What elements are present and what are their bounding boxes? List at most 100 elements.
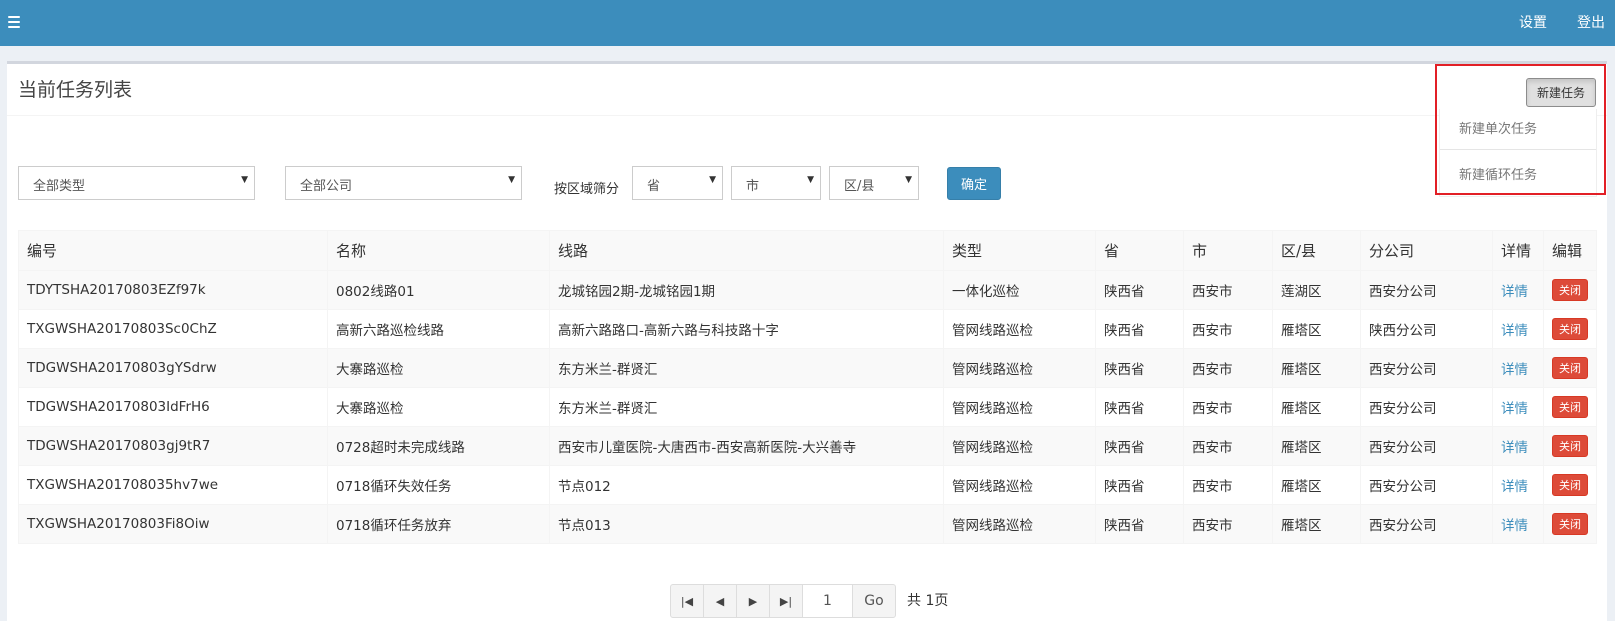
city-select-value: 市: [746, 179, 760, 194]
task-table: 编号 名称 线路 类型 省 市 区/县 分公司 详情 编辑 TDYTSHA201…: [18, 230, 1597, 544]
cell-district: 雁塔区: [1272, 387, 1361, 427]
column-header-name: 名称: [327, 230, 550, 271]
caret-down-icon: ▼: [241, 175, 248, 185]
close-task-button[interactable]: 关闭: [1552, 357, 1588, 379]
cell-edit: 关闭: [1543, 465, 1597, 505]
cell-id: TDGWSHA20170803IdFrH6: [18, 387, 328, 427]
cell-detail: 详情: [1492, 348, 1544, 388]
cell-type: 管网线路巡检: [943, 465, 1096, 505]
table-row: TXGWSHA201708035hv7we 0718循环失效任务 节点012 管网线路…: [18, 465, 1597, 505]
region-filter-label: 按区域筛分: [554, 182, 620, 197]
district-select-value: 区/县: [844, 179, 875, 194]
cell-route: 节点013: [549, 504, 944, 544]
detail-link[interactable]: 详情: [1501, 401, 1528, 417]
table-row: TDYTSHA20170803EZf97k 0802线路01 龙城铭园2期-龙城铭园…: [18, 270, 1597, 310]
detail-link[interactable]: 详情: [1501, 479, 1528, 495]
cell-branch: 陕西分公司: [1360, 309, 1493, 349]
prev-page-icon[interactable]: ◀: [703, 584, 737, 618]
settings-link[interactable]: 设置: [1519, 12, 1547, 32]
cell-type: 管网线路巡检: [943, 504, 1096, 544]
cell-edit: 关闭: [1543, 309, 1597, 349]
detail-link[interactable]: 详情: [1501, 284, 1528, 300]
cell-branch: 西安分公司: [1360, 426, 1493, 466]
cell-detail: 详情: [1492, 465, 1544, 505]
cell-edit: 关闭: [1543, 387, 1597, 427]
cell-district: 雁塔区: [1272, 309, 1361, 349]
cell-district: 雁塔区: [1272, 504, 1361, 544]
next-page-icon[interactable]: ▶: [736, 584, 770, 618]
city-select[interactable]: 市 ▼: [731, 166, 821, 200]
cell-type: 一体化巡检: [943, 270, 1096, 310]
go-button[interactable]: Go: [852, 584, 896, 618]
cell-branch: 西安分公司: [1360, 270, 1493, 310]
cell-city: 西安市: [1183, 270, 1273, 310]
panel-header: 当前任务列表 新建任务: [7, 64, 1607, 116]
close-task-button[interactable]: 关闭: [1552, 318, 1588, 340]
cell-district: 雁塔区: [1272, 426, 1361, 466]
detail-link[interactable]: 详情: [1501, 440, 1528, 456]
cell-route: 东方米兰-群贤汇: [549, 348, 944, 388]
hamburger-menu-icon[interactable]: [8, 13, 22, 31]
cell-name: 0718循环任务放弃: [327, 504, 550, 544]
province-select[interactable]: 省 ▼: [632, 166, 723, 200]
caret-down-icon: ▼: [508, 175, 515, 185]
company-select-value: 全部公司: [300, 179, 353, 194]
caret-down-icon: ▼: [905, 175, 912, 185]
close-task-button[interactable]: 关闭: [1552, 435, 1588, 457]
cell-route: 西安市儿童医院-大唐西市-西安高新医院-大兴善寺: [549, 426, 944, 466]
cell-name: 大寨路巡检: [327, 387, 550, 427]
new-task-dropdown: 新建单次任务 新建循环任务: [1439, 109, 1597, 197]
cell-name: 大寨路巡检: [327, 348, 550, 388]
new-single-task-item[interactable]: 新建单次任务: [1459, 118, 1537, 137]
cell-branch: 西安分公司: [1360, 348, 1493, 388]
detail-link[interactable]: 详情: [1501, 362, 1528, 378]
cell-detail: 详情: [1492, 309, 1544, 349]
type-select[interactable]: 全部类型 ▼: [18, 166, 255, 200]
cell-district: 雁塔区: [1272, 348, 1361, 388]
logout-link[interactable]: 登出: [1577, 12, 1605, 32]
company-select[interactable]: 全部公司 ▼: [285, 166, 522, 200]
cell-city: 西安市: [1183, 387, 1273, 427]
table-row: TXGWSHA20170803Fi8Oiw 0718循环任务放弃 节点013 管网线路…: [18, 504, 1597, 544]
column-header-detail: 详情: [1492, 230, 1544, 271]
cell-type: 管网线路巡检: [943, 387, 1096, 427]
detail-link[interactable]: 详情: [1501, 323, 1528, 339]
cell-city: 西安市: [1183, 465, 1273, 505]
detail-link[interactable]: 详情: [1501, 518, 1528, 534]
cell-route: 高新六路路口-高新六路与科技路十字: [549, 309, 944, 349]
close-task-button[interactable]: 关闭: [1552, 396, 1588, 418]
cell-province: 陕西省: [1095, 348, 1184, 388]
cell-province: 陕西省: [1095, 465, 1184, 505]
first-page-icon[interactable]: |◀: [670, 584, 704, 618]
new-task-button[interactable]: 新建任务: [1526, 78, 1596, 107]
cell-branch: 西安分公司: [1360, 465, 1493, 505]
cell-province: 陕西省: [1095, 387, 1184, 427]
page-number-input[interactable]: [802, 584, 853, 618]
cell-detail: 详情: [1492, 387, 1544, 427]
province-select-value: 省: [647, 179, 661, 194]
cell-name: 0802线路01: [327, 270, 550, 310]
last-page-icon[interactable]: ▶|: [769, 584, 803, 618]
cell-name: 高新六路巡检线路: [327, 309, 550, 349]
cell-type: 管网线路巡检: [943, 309, 1096, 349]
cell-edit: 关闭: [1543, 270, 1597, 310]
column-header-route: 线路: [549, 230, 944, 271]
cell-type: 管网线路巡检: [943, 348, 1096, 388]
table-row: TXGWSHA20170803Sc0ChZ 高新六路巡检线路 高新六路路口-高新六路…: [18, 309, 1597, 349]
close-task-button[interactable]: 关闭: [1552, 513, 1588, 535]
cell-route: 东方米兰-群贤汇: [549, 387, 944, 427]
column-header-branch: 分公司: [1360, 230, 1493, 271]
close-task-button[interactable]: 关闭: [1552, 279, 1588, 301]
cell-province: 陕西省: [1095, 426, 1184, 466]
cell-id: TXGWSHA201708035hv7we: [18, 465, 328, 505]
column-header-id: 编号: [18, 230, 328, 271]
district-select[interactable]: 区/县 ▼: [829, 166, 919, 200]
new-recurring-task-item[interactable]: 新建循环任务: [1459, 164, 1537, 183]
cell-id: TDGWSHA20170803gj9tR7: [18, 426, 328, 466]
caret-down-icon: ▼: [709, 175, 716, 185]
cell-edit: 关闭: [1543, 504, 1597, 544]
cell-id: TDYTSHA20170803EZf97k: [18, 270, 328, 310]
confirm-button[interactable]: 确定: [947, 167, 1001, 200]
close-task-button[interactable]: 关闭: [1552, 474, 1588, 496]
table-header-row: 编号 名称 线路 类型 省 市 区/县 分公司 详情 编辑: [18, 230, 1597, 271]
